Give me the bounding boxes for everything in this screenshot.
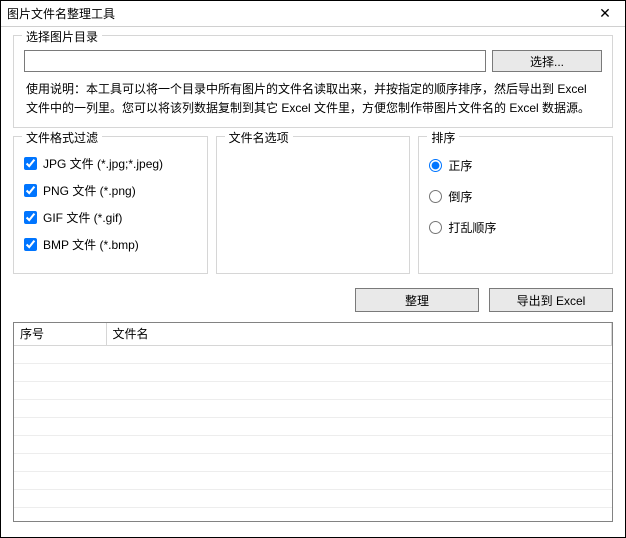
options-row: 文件格式过滤 JPG 文件 (*.jpg;*.jpeg) PNG 文件 (*.p…	[13, 136, 613, 282]
sort-desc-label: 倒序	[448, 188, 472, 205]
filter-png-row[interactable]: PNG 文件 (*.png)	[24, 182, 197, 199]
filter-bmp-row[interactable]: BMP 文件 (*.bmp)	[24, 236, 197, 253]
table-row[interactable]	[14, 399, 612, 417]
results-table: 序号 文件名	[14, 323, 612, 508]
sort-asc-row[interactable]: 正序	[429, 157, 602, 174]
window-title: 图片文件名整理工具	[7, 5, 115, 22]
sort-shuffle-label: 打乱顺序	[448, 219, 496, 236]
filter-gif-label: GIF 文件 (*.gif)	[43, 209, 122, 226]
table-row[interactable]	[14, 381, 612, 399]
titlebar: 图片文件名整理工具 ✕	[1, 1, 625, 27]
usage-description: 使用说明：本工具可以将一个目录中所有图片的文件名读取出来，并按指定的顺序排序，然…	[24, 80, 602, 117]
table-row[interactable]	[14, 471, 612, 489]
table-row[interactable]	[14, 435, 612, 453]
directory-row: 选择...	[24, 50, 602, 72]
content-area: 选择图片目录 选择... 使用说明：本工具可以将一个目录中所有图片的文件名读取出…	[1, 27, 625, 530]
sort-desc-row[interactable]: 倒序	[429, 188, 602, 205]
filter-png-label: PNG 文件 (*.png)	[43, 182, 136, 199]
filter-jpg-checkbox[interactable]	[24, 157, 37, 170]
filter-bmp-label: BMP 文件 (*.bmp)	[43, 236, 139, 253]
sort-asc-label: 正序	[448, 157, 472, 174]
organize-button[interactable]: 整理	[355, 288, 479, 312]
filter-jpg-row[interactable]: JPG 文件 (*.jpg;*.jpeg)	[24, 155, 197, 172]
directory-group: 选择图片目录 选择... 使用说明：本工具可以将一个目录中所有图片的文件名读取出…	[13, 35, 613, 128]
filter-bmp-checkbox[interactable]	[24, 238, 37, 251]
sort-shuffle-row[interactable]: 打乱顺序	[429, 219, 602, 236]
browse-button[interactable]: 选择...	[492, 50, 602, 72]
table-row[interactable]	[14, 489, 612, 507]
table-row[interactable]	[14, 345, 612, 363]
table-row[interactable]	[14, 417, 612, 435]
filter-group-legend: 文件格式过滤	[22, 129, 102, 146]
col-filename-header[interactable]: 文件名	[106, 323, 612, 345]
filter-gif-row[interactable]: GIF 文件 (*.gif)	[24, 209, 197, 226]
directory-group-legend: 选择图片目录	[22, 28, 102, 45]
table-header-row: 序号 文件名	[14, 323, 612, 345]
sort-desc-radio[interactable]	[429, 190, 442, 203]
export-excel-button[interactable]: 导出到 Excel	[489, 288, 613, 312]
filter-jpg-label: JPG 文件 (*.jpg;*.jpeg)	[43, 155, 163, 172]
sort-asc-radio[interactable]	[429, 159, 442, 172]
sort-group: 排序 正序 倒序 打乱顺序	[418, 136, 613, 274]
close-icon: ✕	[599, 5, 611, 22]
directory-input[interactable]	[24, 50, 486, 72]
sort-group-legend: 排序	[427, 129, 459, 146]
col-seq-header[interactable]: 序号	[14, 323, 106, 345]
name-options-group-legend: 文件名选项	[225, 129, 293, 146]
filter-png-checkbox[interactable]	[24, 184, 37, 197]
sort-shuffle-radio[interactable]	[429, 221, 442, 234]
table-body	[14, 345, 612, 507]
action-row: 整理 导出到 Excel	[13, 288, 613, 312]
close-button[interactable]: ✕	[585, 1, 625, 27]
table-row[interactable]	[14, 363, 612, 381]
table-row[interactable]	[14, 453, 612, 471]
results-table-wrap: 序号 文件名	[13, 322, 613, 522]
filter-group: 文件格式过滤 JPG 文件 (*.jpg;*.jpeg) PNG 文件 (*.p…	[13, 136, 208, 274]
name-options-group: 文件名选项	[216, 136, 411, 274]
filter-gif-checkbox[interactable]	[24, 211, 37, 224]
